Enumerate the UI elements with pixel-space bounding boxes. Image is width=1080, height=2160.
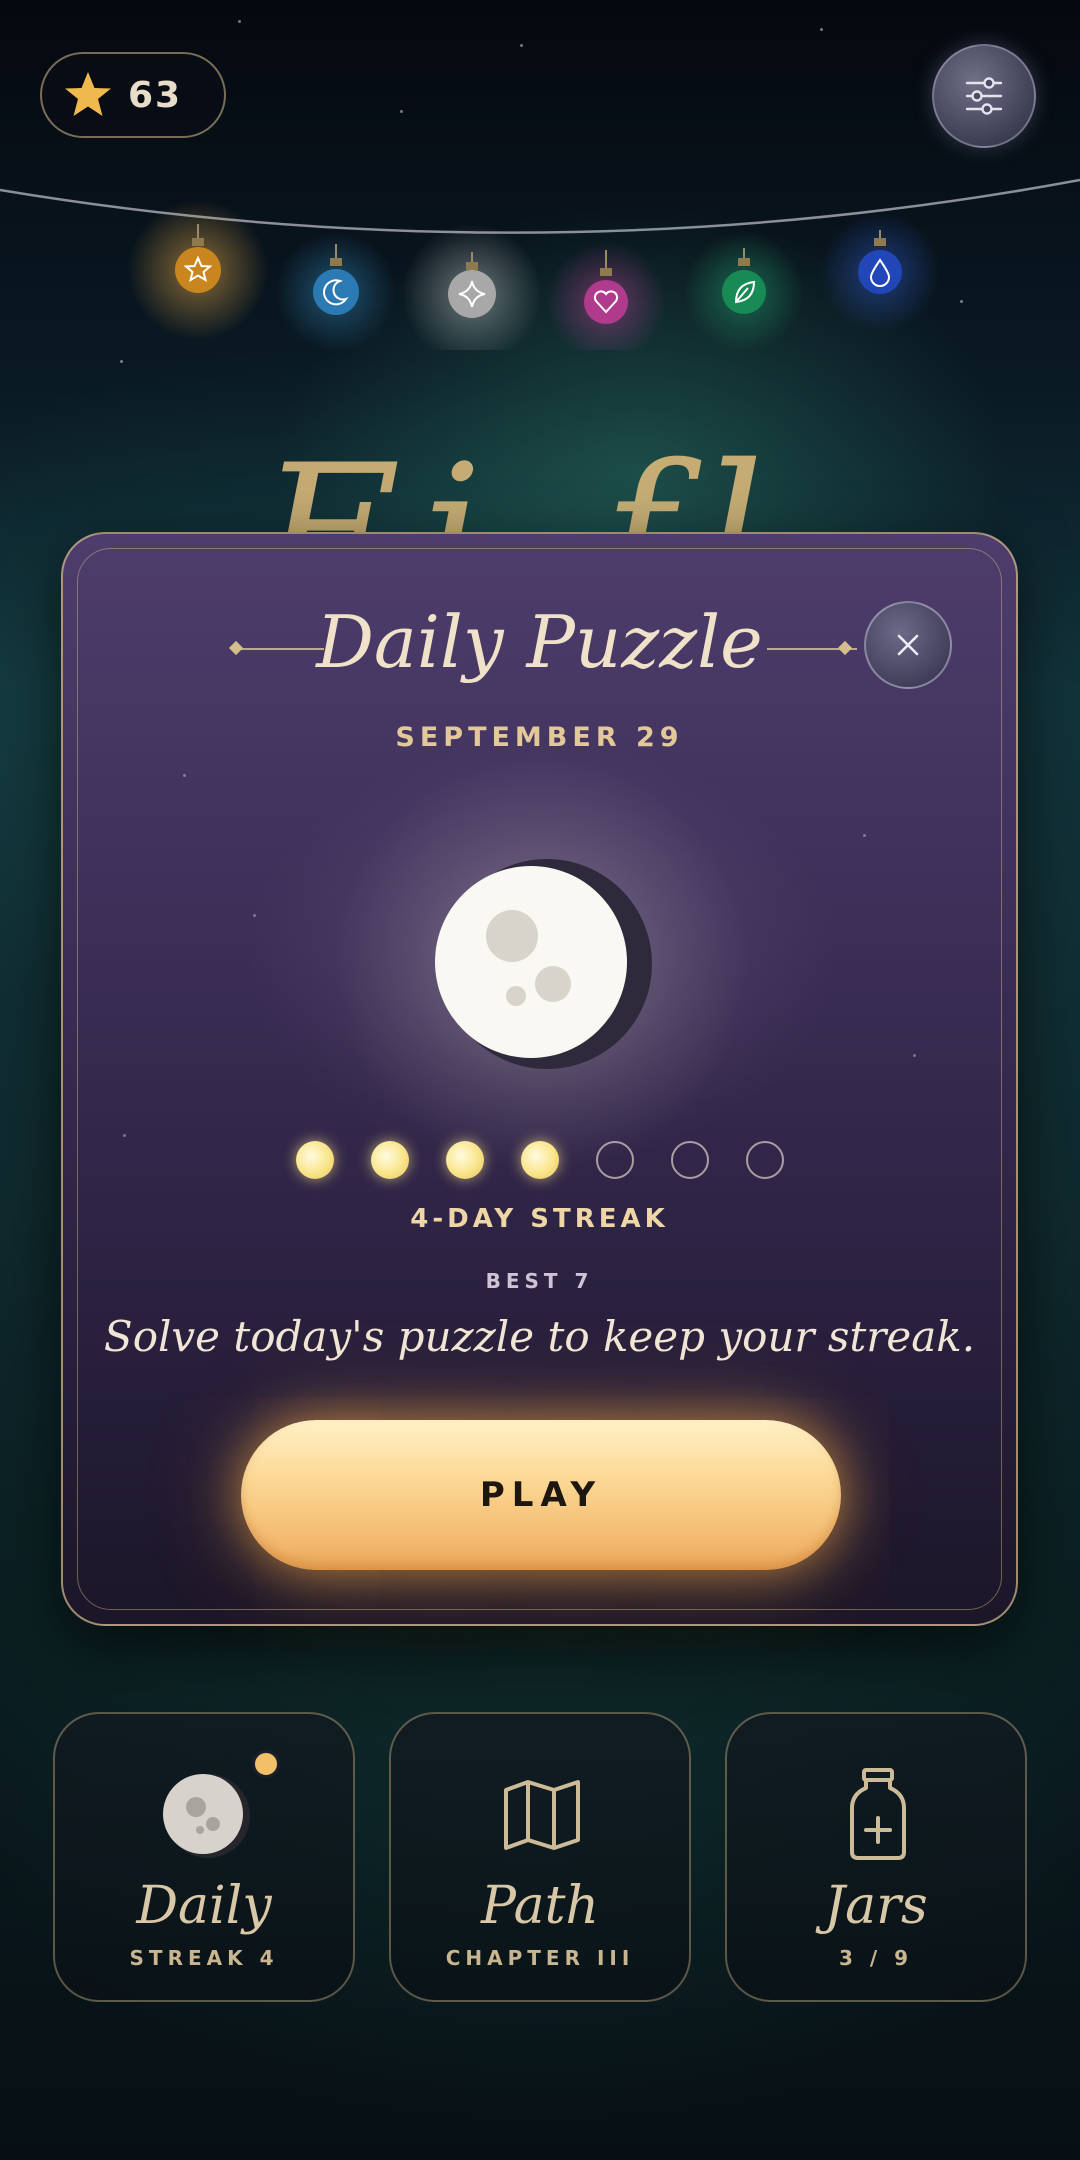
path-card-subtitle: CHAPTER III bbox=[445, 1946, 635, 1970]
streak-dot-empty bbox=[595, 1141, 634, 1179]
play-button-label: PLAY bbox=[479, 1475, 603, 1515]
modal-star bbox=[253, 914, 256, 917]
modal-star bbox=[123, 1134, 126, 1137]
path-card-title: Path bbox=[480, 1876, 600, 1936]
bulb-star bbox=[128, 200, 268, 340]
sliders-icon bbox=[965, 77, 1003, 115]
modal-star bbox=[913, 1054, 916, 1057]
bulb-moon bbox=[276, 232, 396, 350]
sky-star bbox=[238, 20, 241, 23]
bulb-heart bbox=[546, 242, 666, 350]
settings-button[interactable] bbox=[932, 44, 1036, 148]
bulb-garland bbox=[0, 178, 1080, 350]
jars-card-subtitle: 3 / 9 bbox=[838, 1946, 914, 1970]
streak-dot-filled bbox=[445, 1141, 484, 1179]
star-counter[interactable]: 63 bbox=[40, 52, 226, 138]
streak-dot-filled bbox=[520, 1141, 559, 1179]
modal-subtitle: Solve today's puzzle to keep your streak… bbox=[103, 1312, 976, 1361]
daily-puzzle-modal: Daily Puzzle SEPTEMBER 29 4-DAY STREAK B… bbox=[61, 532, 1018, 1626]
close-button[interactable] bbox=[864, 601, 952, 689]
jar-icon bbox=[850, 1768, 906, 1860]
moon-illustration bbox=[331, 754, 751, 1174]
jars-card[interactable]: Jars 3 / 9 bbox=[725, 1712, 1027, 2002]
modal-star bbox=[863, 834, 866, 837]
streak-dot-empty bbox=[670, 1141, 709, 1179]
daily-card-title: Daily bbox=[136, 1876, 272, 1936]
streak-dot-filled bbox=[370, 1141, 409, 1179]
bulb-drop bbox=[820, 212, 940, 332]
sky-star bbox=[400, 110, 403, 113]
close-icon bbox=[897, 634, 919, 656]
sky-star bbox=[520, 44, 523, 47]
notification-dot bbox=[252, 1750, 280, 1778]
bulb-leaf bbox=[684, 232, 804, 350]
best-streak-label: BEST 7 bbox=[485, 1269, 594, 1293]
streak-dot-empty bbox=[745, 1141, 784, 1179]
streak-progress bbox=[63, 1141, 1016, 1179]
play-button[interactable]: PLAY bbox=[241, 1420, 841, 1570]
daily-card-subtitle: STREAK 4 bbox=[129, 1946, 279, 1970]
sky-star bbox=[120, 360, 123, 363]
star-count: 63 bbox=[128, 74, 183, 116]
daily-card[interactable]: Daily STREAK 4 bbox=[53, 1712, 355, 2002]
path-card[interactable]: Path CHAPTER III bbox=[389, 1712, 691, 2002]
streak-dot-filled bbox=[295, 1141, 334, 1179]
moon-icon bbox=[163, 1774, 250, 1858]
sky-star bbox=[820, 28, 823, 31]
jars-card-title: Jars bbox=[824, 1876, 928, 1936]
moon-icon bbox=[435, 859, 652, 1069]
streak-label: 4-DAY STREAK bbox=[410, 1204, 669, 1234]
map-icon bbox=[504, 1780, 580, 1850]
star-icon bbox=[65, 72, 111, 116]
modal-star bbox=[183, 774, 186, 777]
puzzle-date: SEPTEMBER 29 bbox=[395, 722, 684, 753]
bulb-sparkle bbox=[402, 224, 542, 350]
